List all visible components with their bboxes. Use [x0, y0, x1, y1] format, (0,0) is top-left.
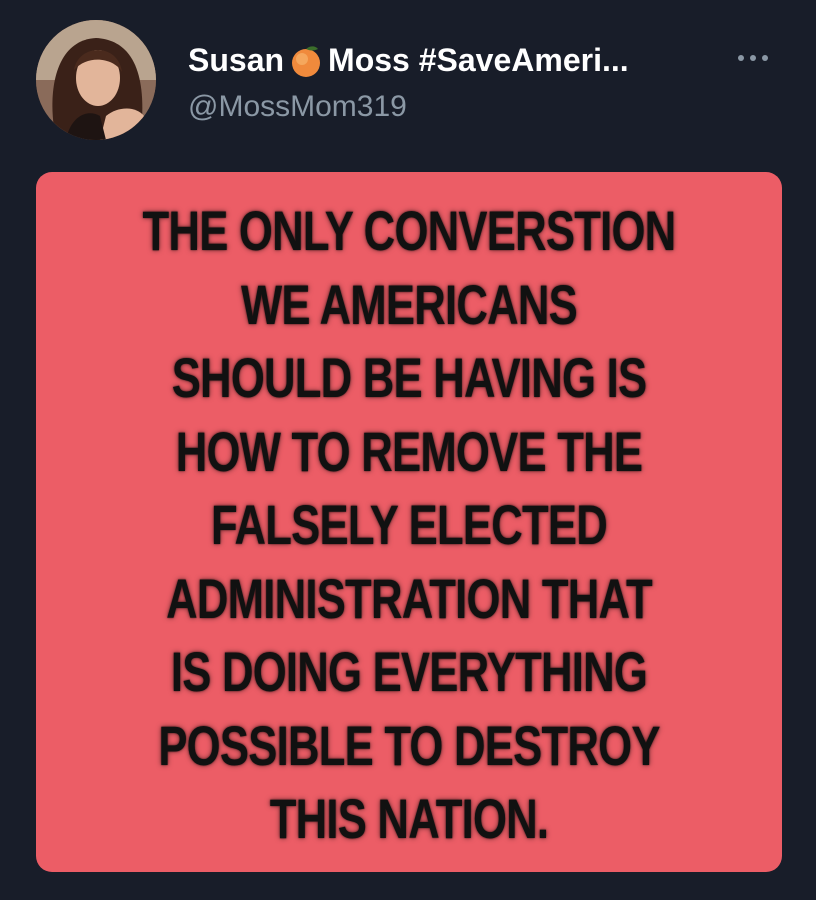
image-text-line: THE ONLY CONVERSTION [142, 199, 677, 262]
image-text-line: ADMINISTRATION THAT [166, 566, 653, 630]
image-text-line: SHOULD BE HAVING IS [171, 346, 647, 409]
image-text: THE ONLY CONVERSTION WE AMERICANS SHOULD… [118, 194, 700, 856]
tweet: Susan Moss #SaveAmeri... @MossMom319 THE… [0, 0, 816, 900]
image-text-line: FALSELY ELECTED [210, 493, 608, 556]
dot [738, 55, 744, 61]
peach-emoji-icon [288, 43, 324, 79]
image-text-line: HOW TO REMOVE THE [175, 419, 643, 483]
tweet-image[interactable]: THE ONLY CONVERSTION WE AMERICANS SHOULD… [36, 172, 782, 872]
image-text-line: POSSIBLE TO DESTROY [158, 713, 660, 777]
dot [750, 55, 756, 61]
more-options-icon[interactable] [738, 48, 768, 68]
dot [762, 55, 768, 61]
avatar[interactable] [36, 20, 156, 140]
image-text-line: WE AMERICANS [240, 272, 578, 336]
user-handle[interactable]: @MossMom319 [188, 90, 407, 124]
image-text-line: THIS NATION. [269, 787, 549, 850]
avatar-photo [36, 20, 156, 140]
image-text-line: IS DOING EVERYTHING [170, 640, 648, 703]
display-name-part1: Susan [188, 42, 285, 78]
display-name-part2: Moss #SaveAmeri... [328, 42, 629, 78]
display-name[interactable]: Susan Moss #SaveAmeri... [188, 42, 629, 79]
